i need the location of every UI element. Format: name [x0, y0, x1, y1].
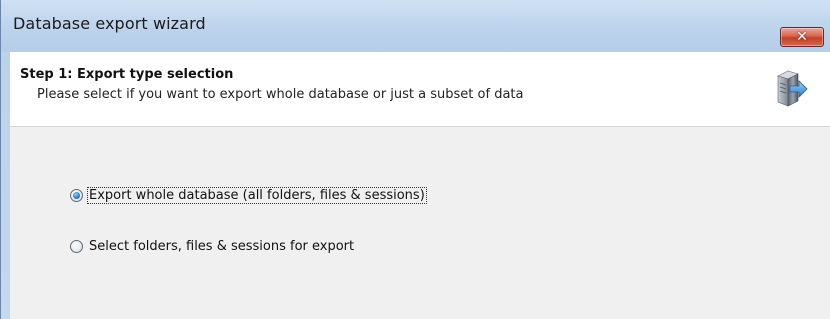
option-export-whole-database[interactable]: Export whole database (all folders, file…: [70, 185, 427, 205]
step-description: Please select if you want to export whol…: [37, 87, 524, 102]
radio-select-subset[interactable]: [70, 239, 83, 253]
wizard-client-area: Step 1: Export type selection Please sel…: [10, 52, 830, 319]
option-select-subset[interactable]: Select folders, files & sessions for exp…: [70, 236, 355, 256]
option-label[interactable]: Select folders, files & sessions for exp…: [88, 239, 355, 254]
radio-export-whole-database[interactable]: [70, 188, 83, 202]
close-button[interactable]: ✕: [780, 27, 824, 47]
wizard-body: Export whole database (all folders, file…: [10, 127, 830, 319]
option-label[interactable]: Export whole database (all folders, file…: [87, 186, 427, 204]
server-export-icon: [777, 70, 808, 107]
title-bar[interactable]: Database export wizard ✕: [1, 0, 830, 52]
step-title: Step 1: Export type selection: [20, 67, 234, 82]
window-title: Database export wizard: [13, 14, 206, 33]
wizard-window: Database export wizard ✕ Step 1: Export …: [0, 0, 830, 319]
close-icon: ✕: [796, 29, 808, 45]
wizard-header: Step 1: Export type selection Please sel…: [10, 52, 830, 127]
